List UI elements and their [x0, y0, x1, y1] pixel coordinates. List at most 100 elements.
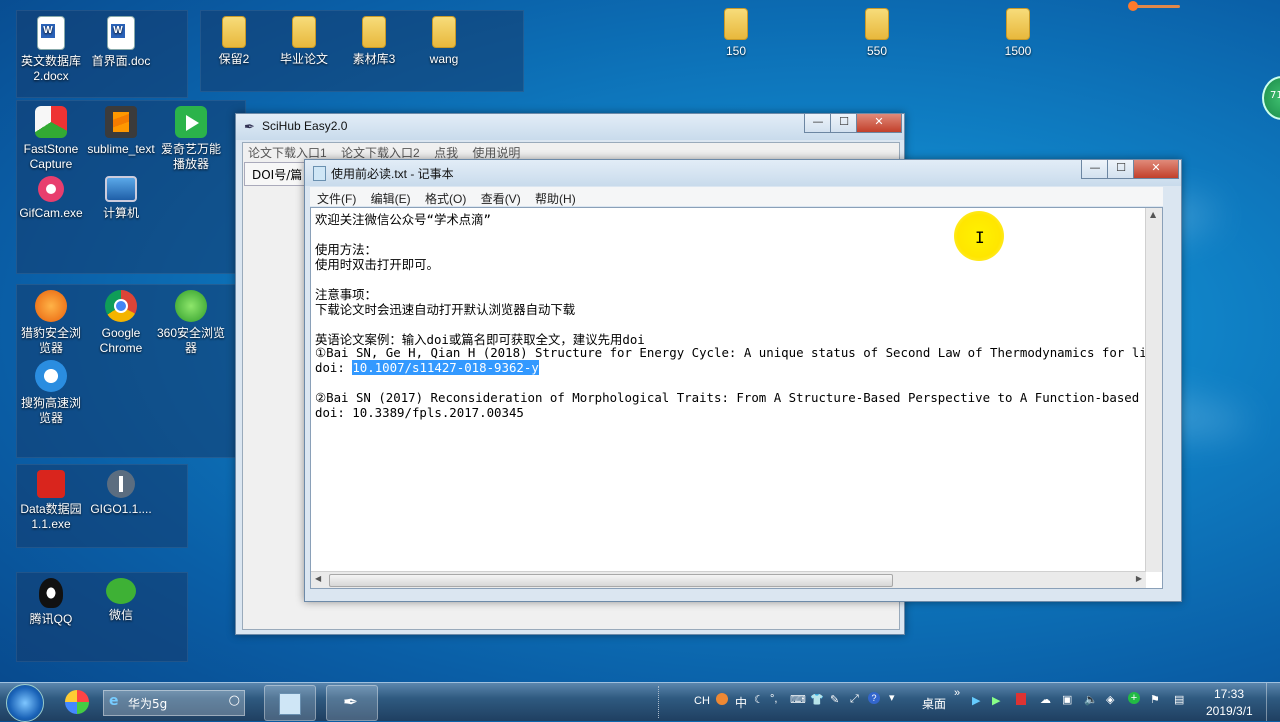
horizontal-scroll-thumb[interactable] — [329, 574, 893, 587]
selected-doi[interactable]: 10.1007/s11427-018-9362-y — [352, 360, 539, 375]
ime-ch[interactable]: CH — [694, 695, 710, 707]
desktop-folder-1500[interactable]: 1500 — [983, 8, 1053, 59]
desktop-icon-iqiyi[interactable]: 爱奇艺万能 播放器 — [156, 106, 226, 172]
horizontal-scrollbar[interactable]: ◀ ▶ — [311, 571, 1146, 588]
menu-file[interactable]: 文件(F) — [317, 192, 356, 206]
clock-time[interactable]: 17:33 — [1214, 687, 1244, 701]
data-icon — [37, 470, 65, 498]
magnifier-icon[interactable]: ○ — [229, 693, 240, 708]
notepad-window[interactable]: 使用前必读.txt - 记事本 — ☐ ✕ 文件(F) 编辑(E) 格式(O) … — [304, 159, 1182, 602]
desktop-icon-home-doc[interactable]: 首界面.doc — [86, 16, 156, 69]
notepad-text-area[interactable]: 欢迎关注微信公众号“学术点滴” 使用方法： 使用时双击打开即可。 注意事项： 下… — [310, 207, 1163, 589]
desktop-folder-550[interactable]: 550 — [842, 8, 912, 59]
clock-date[interactable]: 2019/3/1 — [1206, 704, 1253, 718]
search-text: 华为5g — [128, 697, 168, 711]
action-center-icon[interactable]: ▤ — [1174, 693, 1184, 706]
help-icon[interactable]: ? — [868, 692, 880, 704]
computer-icon — [105, 176, 137, 202]
doi-label: DOI号/篇 — [252, 168, 303, 182]
liebao-icon — [35, 290, 67, 322]
vertical-scrollbar[interactable]: ▲ — [1145, 208, 1162, 572]
media-icon[interactable]: ▶ — [992, 694, 1000, 707]
security-icon[interactable]: ◈ — [1106, 693, 1114, 706]
desktop-icon-sogou[interactable]: 搜狗高速浏 览器 — [16, 360, 86, 426]
desktop-icon-qq[interactable]: 腾讯QQ — [16, 578, 86, 627]
scroll-left-arrow-icon[interactable]: ◀ — [315, 574, 321, 583]
desktop-icon-sublime[interactable]: sublime_text — [86, 106, 156, 157]
expand-icon[interactable]: ⤢ — [850, 693, 859, 706]
word-doc-icon — [37, 16, 65, 50]
flag-icon[interactable]: ⚑ — [1150, 693, 1160, 706]
word-doc-icon — [107, 16, 135, 50]
menu-click-me[interactable]: 点我 — [434, 146, 458, 160]
feather-icon: ✒ — [244, 119, 255, 134]
volume-icon[interactable]: 🔈 — [1084, 693, 1098, 706]
menu-view[interactable]: 查看(V) — [481, 192, 521, 206]
desktop-folder-wang[interactable]: wang — [409, 16, 479, 67]
desktop-folder-graduation[interactable]: 毕业论文 — [269, 16, 339, 67]
menu-entry2[interactable]: 论文下载入口2 — [341, 146, 420, 160]
plus-icon[interactable]: + — [1128, 692, 1140, 704]
notepad-icon — [279, 693, 301, 715]
desktop-icon-english-database[interactable]: 英文数据库 2.docx — [16, 16, 86, 84]
gigo-icon — [107, 470, 135, 498]
desktop-folder-sucaiku3[interactable]: 素材库3 — [339, 16, 409, 67]
scihub-close-button[interactable]: ✕ — [856, 114, 902, 133]
tool-icon[interactable]: ✎ — [830, 693, 839, 706]
desktop-icon-computer[interactable]: 计算机 — [86, 176, 156, 221]
chevron-icon[interactable]: » — [954, 687, 960, 699]
cloud-icon[interactable]: ☁ — [1040, 693, 1051, 706]
start-button[interactable] — [6, 684, 44, 722]
desktop-icon-360[interactable]: 360安全浏览 器 — [156, 290, 226, 356]
desktop-icon-faststone[interactable]: FastStone Capture — [16, 106, 86, 172]
taskbar-app-icon[interactable] — [60, 687, 94, 717]
sublime-icon — [105, 106, 137, 138]
punctuation-icon[interactable]: °, — [770, 693, 777, 705]
desktop-icon-gigo[interactable]: GIGO1.1.... — [86, 470, 156, 517]
colorful-app-icon — [65, 690, 89, 714]
desktop-folder-baoliu2[interactable]: 保留2 — [199, 16, 269, 67]
taskbar-search-box[interactable]: e 华为5g ○ — [103, 690, 245, 716]
shield-icon[interactable] — [1016, 693, 1026, 705]
clothes-icon[interactable]: 👕 — [810, 693, 824, 706]
scroll-up-arrow-icon[interactable]: ▲ — [1150, 210, 1156, 219]
desktop-icon-gifcam[interactable]: GifCam.exe — [16, 176, 86, 221]
notepad-close-button[interactable]: ✕ — [1133, 160, 1179, 179]
play-icon[interactable]: ▶ — [972, 694, 980, 707]
moon-icon[interactable]: ☾ — [754, 693, 764, 706]
sogou-ime-icon[interactable] — [716, 693, 728, 705]
folder-icon — [432, 16, 456, 48]
desktop-icon-data-yuan[interactable]: Data数据园 1.1.exe — [16, 470, 86, 532]
menu-entry1[interactable]: 论文下载入口1 — [248, 146, 327, 160]
notepad-maximize-button[interactable]: ☐ — [1107, 160, 1135, 179]
menu-instructions[interactable]: 使用说明 — [472, 146, 520, 160]
scihub-title: SciHub Easy2.0 — [262, 119, 348, 133]
text-cursor-icon: I — [975, 228, 985, 247]
keyboard-icon[interactable]: ⌨ — [790, 693, 806, 706]
menu-edit[interactable]: 编辑(E) — [371, 192, 411, 206]
ime-zhong[interactable]: 中 — [735, 694, 747, 711]
desktop-icon-wechat[interactable]: 腾讯QQ 微信 — [86, 578, 156, 623]
folder-icon — [724, 8, 748, 40]
menu-format[interactable]: 格式(O) — [425, 192, 466, 206]
desktop-folder-150[interactable]: 150 — [701, 8, 771, 59]
menu-help[interactable]: 帮助(H) — [535, 192, 576, 206]
taskbar-scihub-button[interactable]: ✒ — [326, 685, 378, 721]
desktop-icon-chrome[interactable]: Google Chrome — [86, 290, 156, 356]
show-desktop-button[interactable] — [1266, 683, 1280, 721]
taskbar-notepad-button[interactable] — [264, 685, 316, 721]
faststone-icon — [35, 106, 67, 138]
notepad-minimize-button[interactable]: — — [1081, 160, 1109, 179]
desktop-icon-liebao[interactable]: 猎豹安全浏 览器 — [16, 290, 86, 356]
scihub-maximize-button[interactable]: ☐ — [830, 114, 858, 133]
scihub-minimize-button[interactable]: — — [804, 114, 832, 133]
notepad-titlebar[interactable]: 使用前必读.txt - 记事本 — [305, 160, 1181, 186]
floating-badge[interactable]: 71 — [1262, 76, 1280, 120]
desktop-toolbar-label[interactable]: 桌面 — [922, 695, 946, 712]
chrome-icon — [105, 290, 137, 322]
toolbar-divider — [658, 686, 667, 718]
more-icon[interactable]: ▾ — [889, 691, 895, 704]
taskbar: e 华为5g ○ ✒ CH 中 ☾ °, ⌨ 👕 ✎ ⤢ ? ▾ 桌面 » ▶ … — [0, 682, 1280, 722]
scroll-right-arrow-icon[interactable]: ▶ — [1136, 574, 1142, 583]
network-icon[interactable]: ▣ — [1062, 693, 1072, 706]
